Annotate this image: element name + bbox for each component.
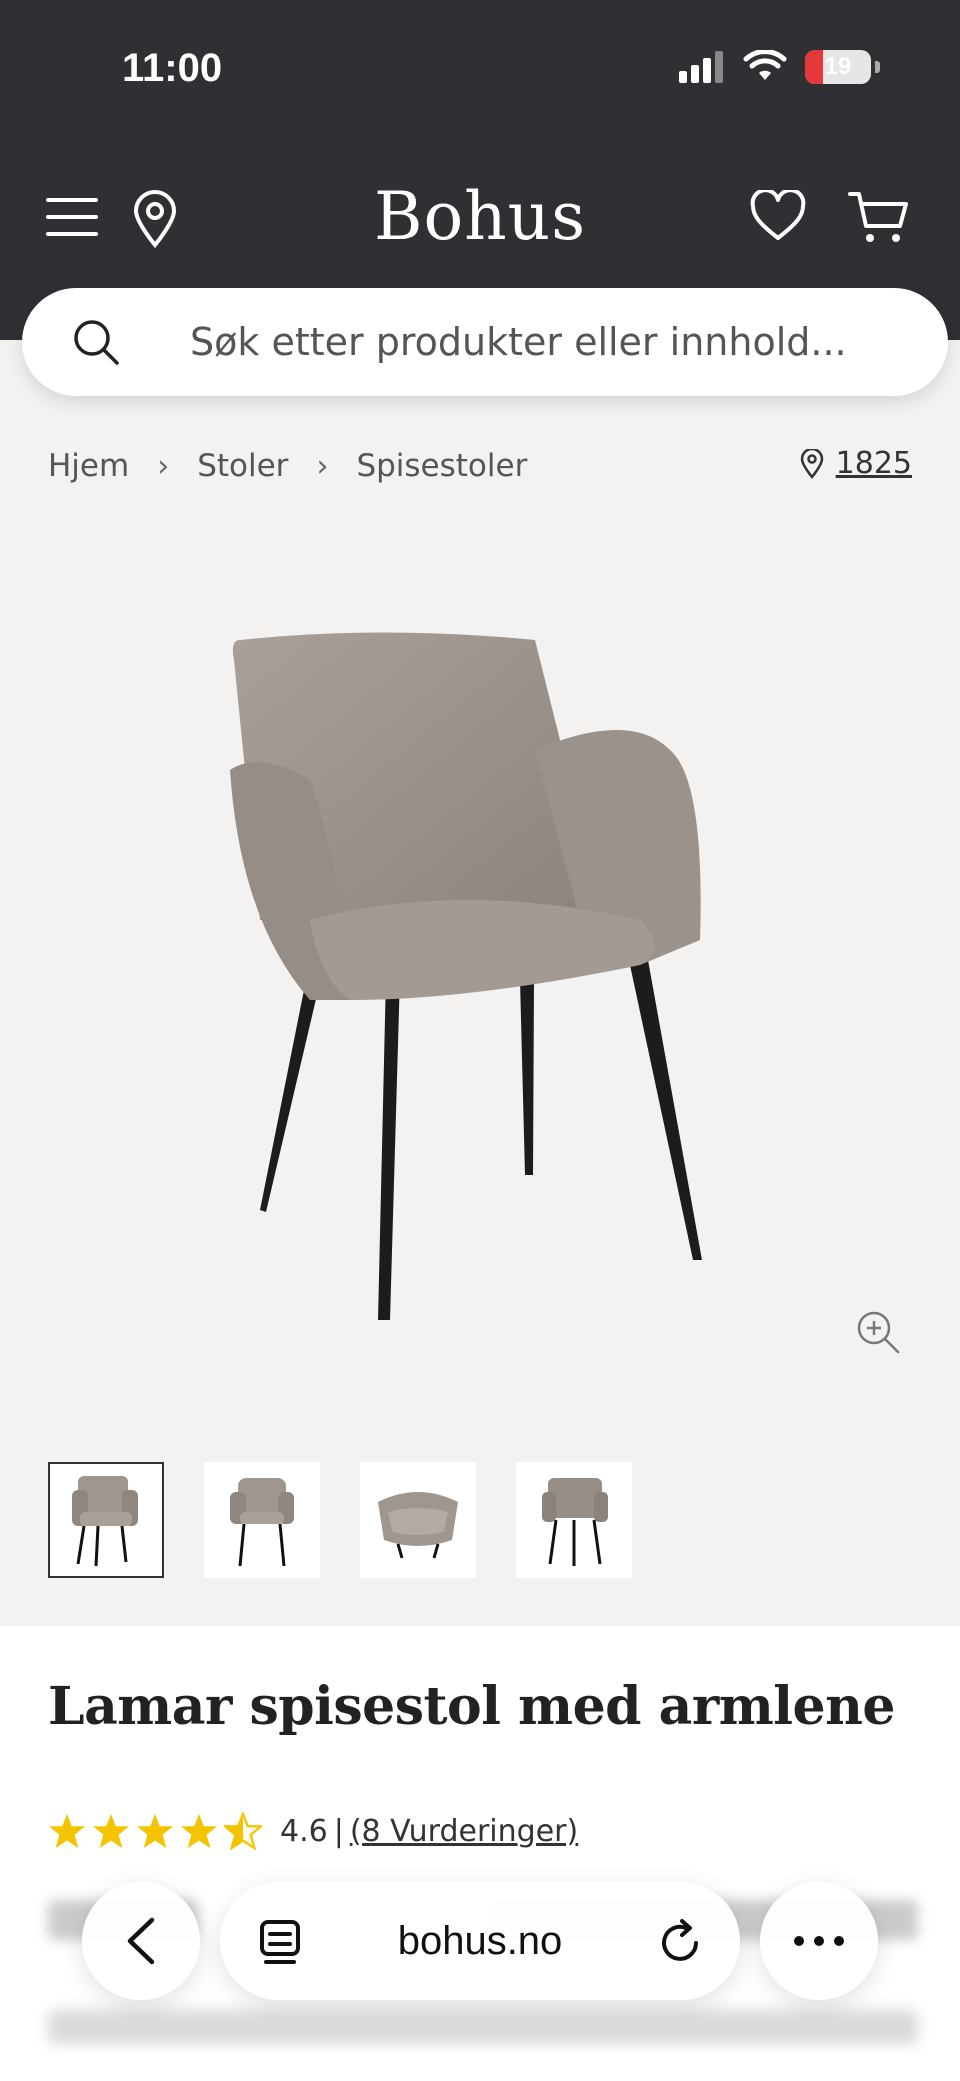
star-icon [180, 1813, 218, 1849]
cart-icon[interactable] [848, 190, 910, 246]
logo[interactable]: Bohus [0, 178, 960, 255]
search-bar[interactable] [22, 288, 948, 396]
back-icon [127, 1917, 155, 1965]
search-input[interactable] [190, 316, 910, 368]
thumbnail-strip [48, 1462, 632, 1578]
rating-stars [48, 1812, 262, 1850]
browser-back-button[interactable] [82, 1882, 200, 2000]
search-icon [74, 320, 119, 365]
battery-level: 19 [824, 53, 852, 80]
rating-separator: | [333, 1813, 344, 1849]
more-icon [794, 1936, 844, 1946]
product-image[interactable] [200, 620, 760, 1340]
status-icons: 19 [679, 50, 880, 84]
chair-thumbnail-image [542, 1478, 608, 1566]
thumbnail-2[interactable] [204, 1462, 320, 1578]
star-icon [48, 1813, 86, 1849]
breadcrumb-home[interactable]: Hjem [48, 448, 129, 484]
status-time: 11:00 [122, 46, 223, 90]
reviews-link[interactable]: (8 Vurderinger) [350, 1814, 578, 1849]
browser-address-bar[interactable]: bohus.no [220, 1882, 740, 2000]
chair-thumbnail-image [230, 1478, 294, 1567]
signal-icon [679, 51, 723, 83]
store-link[interactable]: 1825 [836, 446, 912, 481]
thumbnail-4[interactable] [516, 1462, 632, 1578]
thumbnail-3[interactable] [360, 1462, 476, 1578]
zoom-in-icon[interactable] [854, 1308, 902, 1356]
product-title: Lamar spisestol med armlene [48, 1676, 895, 1737]
thumbnail-1[interactable] [48, 1462, 164, 1578]
wifi-icon [743, 50, 787, 80]
browser-more-button[interactable] [760, 1882, 878, 2000]
chair-thumbnail-image [72, 1476, 138, 1567]
rating-value: 4.6 [280, 1813, 328, 1849]
chevron-right-icon: › [157, 448, 170, 484]
location-icon [800, 448, 823, 479]
star-half-icon [224, 1812, 262, 1850]
product-rating: 4.6 | (8 Vurderinger) [48, 1812, 578, 1850]
star-icon [92, 1813, 130, 1849]
battery-indicator: 19 [805, 50, 871, 84]
breadcrumb-chairs[interactable]: Stoler [197, 448, 288, 484]
store-selector[interactable]: 1825 [800, 446, 912, 481]
heart-icon[interactable] [750, 190, 806, 242]
breadcrumb-dining-chairs[interactable]: Spisestoler [356, 448, 527, 484]
battery-tip [875, 61, 880, 73]
chair-thumbnail-image [378, 1492, 458, 1559]
reload-icon[interactable] [656, 1916, 704, 1966]
description-row-obscured [48, 2000, 918, 2060]
star-icon [136, 1813, 174, 1849]
chevron-right-icon: › [316, 448, 329, 484]
breadcrumb: Hjem › Stoler › Spisestoler [48, 448, 527, 484]
